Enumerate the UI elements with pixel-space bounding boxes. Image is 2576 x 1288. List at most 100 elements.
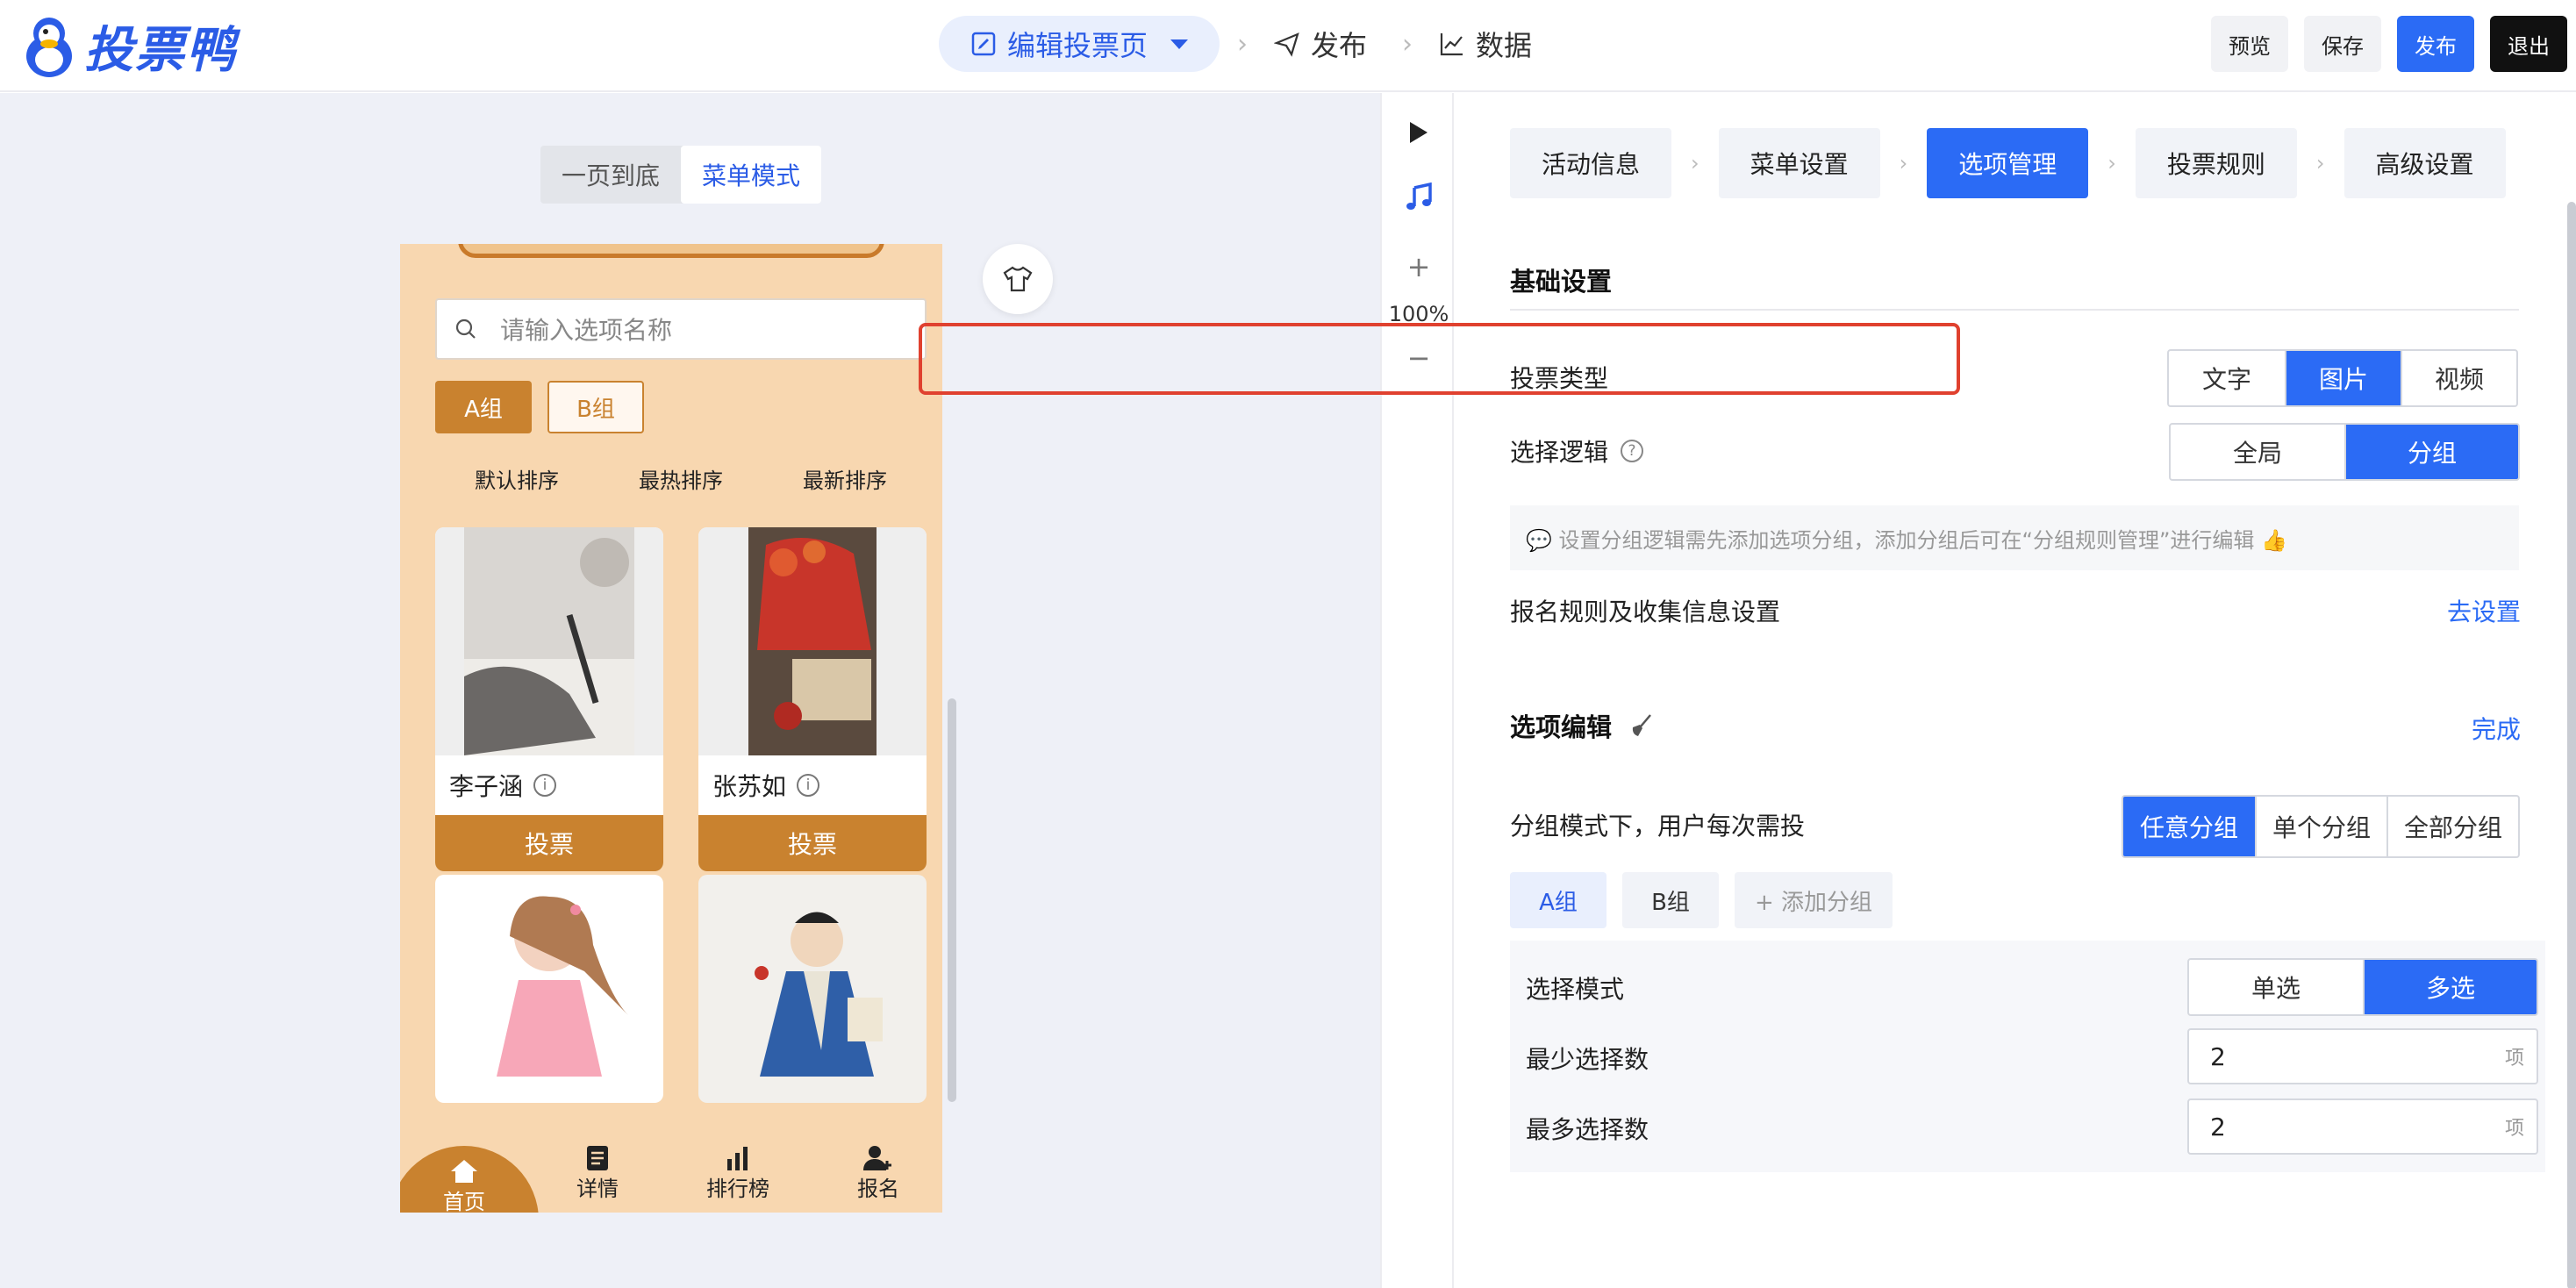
mode-onepage[interactable]: 一页到底 [540, 146, 681, 204]
step-vote-rules[interactable]: 投票规则 [2135, 128, 2297, 198]
broom-icon[interactable] [1628, 712, 1654, 739]
theme-button[interactable] [983, 244, 1053, 314]
nav-data-label: 数据 [1476, 29, 1533, 62]
signup-rule-link[interactable]: 去设置 [2447, 593, 2521, 628]
option-image [698, 527, 927, 755]
edit-page-dropdown[interactable]: 编辑投票页 [939, 16, 1220, 72]
group-mode-any[interactable]: 任意分组 [2123, 797, 2255, 856]
logo-text: 投票鸭 [84, 21, 237, 79]
option-name: 张苏如 i [698, 755, 927, 815]
settings-panel: 活动信息 › 菜单设置 › 选项管理 › 投票规则 › 高级设置 基础设置 投票… [1454, 93, 2576, 1288]
logic-global[interactable]: 全局 [2171, 425, 2344, 479]
select-mode-label: 选择模式 [1526, 975, 1625, 1004]
option-card[interactable] [698, 875, 927, 1103]
group-mode-single[interactable]: 单个分组 [2255, 797, 2386, 856]
tab-rank-label: 排行榜 [706, 1176, 769, 1201]
option-image [698, 875, 927, 1103]
select-logic-label: 选择逻辑 [1510, 438, 1609, 467]
unit-label: 项 [2504, 1048, 2524, 1070]
group-rule-box: 选择模式 单选 多选 最少选择数 2 项 最多选择数 2 项 [1510, 941, 2545, 1172]
unit-label: 项 [2504, 1118, 2524, 1140]
nav-data[interactable]: 数据 [1439, 24, 1532, 64]
help-icon[interactable]: ? [1621, 440, 1644, 462]
add-group-button[interactable]: + 添加分组 [1735, 872, 1893, 928]
nav-publish-label: 发布 [1311, 29, 1368, 62]
basic-settings-title: 基础设置 [1510, 267, 1613, 297]
group-mode-all[interactable]: 全部分组 [2386, 797, 2518, 856]
sort-hot[interactable]: 最热排序 [639, 463, 723, 494]
vote-type-segment: 文字 图片 视频 [2167, 349, 2518, 407]
edit-icon [971, 32, 996, 56]
tab-home-label: 首页 [443, 1190, 485, 1213]
chevron-right-icon: › [1899, 151, 1908, 175]
send-icon [1274, 32, 1299, 57]
panel-scrollbar[interactable] [2567, 202, 2576, 1288]
group-mode-segment: 任意分组 单个分组 全部分组 [2122, 795, 2520, 858]
edit-group-a-tab[interactable]: A组 [1510, 872, 1606, 928]
vote-button[interactable]: 投票 [435, 815, 663, 871]
edit-group-b-tab[interactable]: B组 [1622, 872, 1719, 928]
vote-button[interactable]: 投票 [698, 815, 927, 871]
play-icon [1410, 122, 1428, 143]
vote-type-video[interactable]: 视频 [2401, 351, 2516, 405]
option-search-input[interactable]: 请输入选项名称 [435, 298, 927, 360]
nav-publish[interactable]: 发布 [1274, 24, 1367, 64]
max-select-input[interactable]: 2 项 [2187, 1098, 2538, 1155]
tab-home[interactable]: 首页 [400, 1146, 539, 1213]
max-select-label: 最多选择数 [1526, 1115, 1649, 1144]
zoom-in-button[interactable]: + [1382, 249, 1456, 284]
option-image [435, 527, 663, 755]
step-option-management[interactable]: 选项管理 [1927, 128, 2089, 198]
top-actions: 预览 保存 发布 退出 [2195, 16, 2576, 72]
canvas-scrollbar[interactable] [948, 698, 956, 1102]
shirt-icon [1003, 266, 1033, 292]
step-menu-settings[interactable]: 菜单设置 [1718, 128, 1880, 198]
tab-signup[interactable]: 报名 [826, 1134, 931, 1213]
bar-chart-icon [727, 1146, 748, 1170]
group-b-tab[interactable]: B组 [547, 381, 644, 433]
option-name-text: 李子涵 [449, 772, 524, 801]
tab-rank[interactable]: 排行榜 [685, 1134, 791, 1213]
sort-new[interactable]: 最新排序 [803, 463, 887, 494]
tab-detail[interactable]: 详情 [545, 1134, 650, 1213]
select-mode-multiple[interactable]: 多选 [2363, 960, 2537, 1014]
select-mode-single[interactable]: 单选 [2189, 960, 2363, 1014]
min-select-input[interactable]: 2 项 [2187, 1028, 2538, 1084]
save-button[interactable]: 保存 [2304, 16, 2381, 72]
search-icon [455, 318, 476, 339]
play-button[interactable] [1382, 111, 1456, 154]
vote-type-text[interactable]: 文字 [2169, 351, 2285, 405]
group-mode-label: 分组模式下，用户每次需投 [1510, 812, 1806, 841]
step-advanced[interactable]: 高级设置 [2343, 128, 2506, 198]
option-name: 李子涵 i [435, 755, 663, 815]
sort-default[interactable]: 默认排序 [475, 463, 559, 494]
step-activity-info[interactable]: 活动信息 [1510, 128, 1672, 198]
publish-button[interactable]: 发布 [2397, 16, 2474, 72]
logo[interactable]: 投票鸭 [21, 12, 237, 79]
preview-canvas: 一页到底 菜单模式 请输入选项名称 A组 B组 默认排序 最热排序 最新排序 李… [0, 93, 1380, 1288]
group-a-tab[interactable]: A组 [435, 381, 532, 433]
option-card[interactable]: 张苏如 i 投票 [698, 527, 927, 871]
option-card[interactable]: 李子涵 i 投票 [435, 527, 663, 871]
select-logic-row: 选择逻辑 ? [1510, 433, 1644, 469]
min-select-label: 最少选择数 [1526, 1045, 1649, 1074]
music-button[interactable] [1382, 175, 1456, 219]
logic-group[interactable]: 分组 [2344, 425, 2518, 479]
search-placeholder: 请输入选项名称 [500, 316, 673, 345]
preview-button[interactable]: 预览 [2211, 16, 2288, 72]
chevron-right-icon: › [2315, 151, 2325, 175]
mode-menu[interactable]: 菜单模式 [681, 146, 822, 204]
highlight-box [919, 323, 1960, 395]
option-card[interactable] [435, 875, 663, 1103]
exit-button[interactable]: 退出 [2490, 16, 2567, 72]
edit-done-link[interactable]: 完成 [2472, 711, 2521, 746]
chevron-right-icon: › [1691, 151, 1699, 175]
document-icon [587, 1145, 608, 1170]
select-logic-segment: 全局 分组 [2169, 423, 2520, 481]
canvas-toolbar: + 100% − [1380, 93, 1454, 1288]
divider [1510, 309, 2519, 311]
vote-type-image[interactable]: 图片 [2285, 351, 2401, 405]
option-image [435, 875, 663, 1103]
info-icon[interactable]: i [797, 774, 820, 797]
info-icon[interactable]: i [533, 774, 557, 797]
